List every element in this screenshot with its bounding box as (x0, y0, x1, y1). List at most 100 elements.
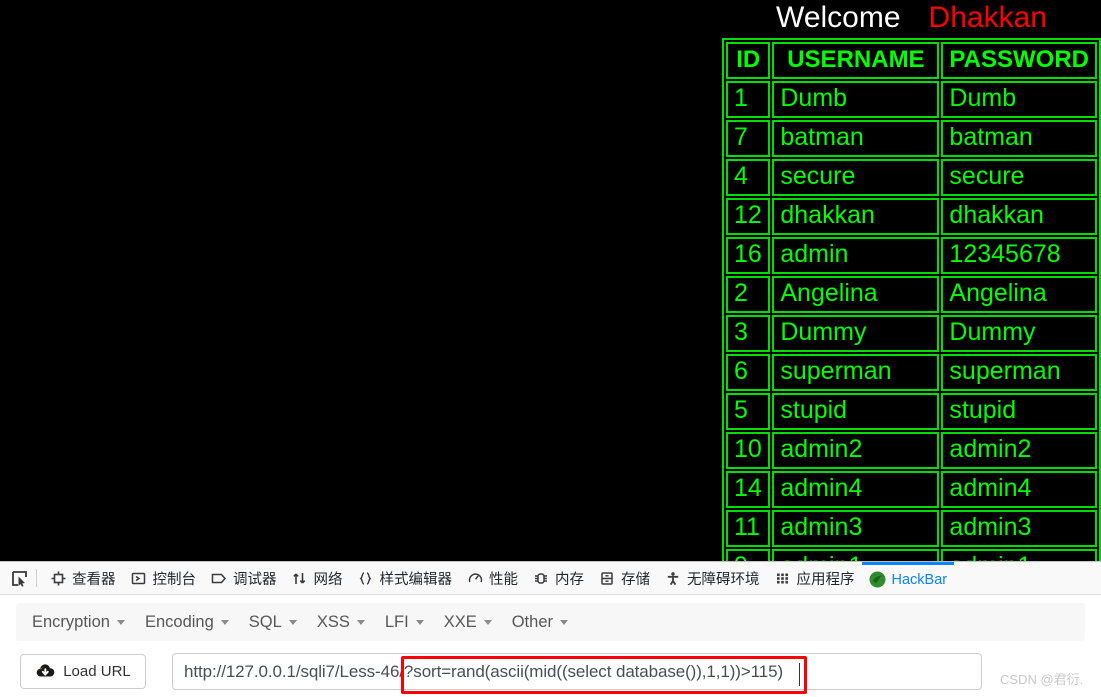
menu-label: Encoding (144, 612, 214, 631)
table-header-row: ID USERNAME PASSWORD (726, 42, 1097, 79)
table-row: 4 secure secure (726, 159, 1097, 196)
cell-id: 9 (726, 549, 771, 561)
cell-username: admin4 (772, 471, 940, 508)
cell-username: admin (772, 237, 940, 274)
menu-label: XSS (316, 612, 350, 631)
devtools-panel: 查看器 控制台 调试器 网络 样式编辑器 性能 内存 存储 无障碍环境 应用程序… (0, 561, 1101, 697)
load-url-button[interactable]: Load URL (20, 654, 146, 689)
menu-sql[interactable]: SQL (239, 607, 307, 637)
chevron-down-icon (356, 619, 365, 625)
element-picker-icon[interactable] (4, 564, 34, 592)
toolbar-divider (36, 569, 37, 587)
tab-debugger[interactable]: 调试器 (203, 562, 284, 594)
table-row: 9admin1admin1 (726, 549, 1097, 561)
column-header-id: ID (726, 42, 771, 79)
tab-console[interactable]: 控制台 (123, 562, 204, 594)
cell-id: 14 (726, 471, 771, 508)
cell-password: superman (941, 354, 1097, 391)
menu-label: Encryption (32, 612, 110, 631)
cell-id: 3 (726, 315, 771, 352)
menu-lfi[interactable]: LFI (375, 607, 434, 637)
memory-icon (532, 569, 550, 587)
welcome-username: Dhakkan (928, 1, 1047, 34)
table-row: 11 admin3 admin3 (726, 510, 1097, 547)
cell-password: 12345678 (941, 237, 1097, 274)
menu-xss[interactable]: XSS (307, 607, 375, 637)
chevron-down-icon (288, 619, 297, 625)
cell-id: 11 (726, 510, 771, 547)
tab-label: 无障碍环境 (687, 571, 760, 588)
menu-encryption[interactable]: Encryption (22, 607, 135, 637)
hackbar-url-row: Load URL http://127.0.0.1/sqli7/Less-46/… (0, 650, 1101, 697)
url-input[interactable]: http://127.0.0.1/sqli7/Less-46/?sort=ran… (172, 653, 982, 690)
tab-label: HackBar (891, 571, 948, 588)
cell-username: Dummy (772, 315, 940, 352)
tab-hackbar[interactable]: HackBar (861, 562, 955, 594)
cell-username: superman (772, 354, 940, 391)
cell-password: admin3 (941, 510, 1097, 547)
tab-storage[interactable]: 存储 (591, 562, 657, 594)
welcome-word: Welcome (776, 1, 901, 34)
url-input-value: http://127.0.0.1/sqli7/Less-46/?sort=ran… (184, 661, 784, 681)
users-table-head: ID USERNAME PASSWORD (726, 42, 1097, 79)
tab-memory[interactable]: 内存 (525, 562, 591, 594)
column-header-password: PASSWORD (941, 42, 1097, 79)
welcome-heading: Welcome Dhakkan (722, 0, 1101, 36)
cloud-download-icon (35, 663, 56, 680)
cell-id: 1 (726, 81, 771, 118)
menu-other[interactable]: Other (502, 607, 578, 637)
cell-username: stupid (772, 393, 940, 430)
column-header-username: USERNAME (772, 42, 940, 79)
storage-icon (598, 569, 616, 587)
menu-label: Other (511, 612, 553, 631)
tab-label: 内存 (555, 571, 584, 588)
tab-style-editor[interactable]: 样式编辑器 (350, 562, 460, 594)
tab-accessibility[interactable]: 无障碍环境 (657, 562, 767, 594)
table-row: 10 admin2 admin2 (726, 432, 1097, 469)
table-row: 2 Angelina Angelina (726, 276, 1097, 313)
performance-icon (466, 569, 484, 587)
cell-username: admin1 (772, 549, 940, 561)
cell-username: batman (772, 120, 940, 157)
application-icon (774, 569, 792, 587)
chevron-down-icon (220, 619, 229, 625)
users-table: ID USERNAME PASSWORD 1 Dumb Dumb 7 batman bat… (722, 38, 1101, 561)
hackbar-icon (869, 571, 887, 589)
hackbar-panel: Encryption Encoding SQL XSS LFI XXE Othe… (0, 595, 1101, 697)
cell-id: 4 (726, 159, 771, 196)
users-table-body: 1 Dumb Dumb 7 batman batman 4 secure secure 12 dha… (726, 81, 1097, 561)
network-icon (291, 569, 309, 587)
cell-password: batman (941, 120, 1097, 157)
table-row: 6 superman superman (726, 354, 1097, 391)
cell-username: Dumb (772, 81, 940, 118)
style-editor-icon (357, 569, 375, 587)
chevron-down-icon (560, 619, 568, 625)
cell-id: 5 (726, 393, 771, 430)
tab-label: 网络 (313, 571, 343, 588)
console-icon (130, 569, 148, 587)
cell-password: admin4 (941, 471, 1097, 508)
table-row: 7 batman batman (726, 120, 1097, 157)
tab-label: 存储 (621, 571, 650, 588)
cell-password: admin1 (941, 549, 1097, 561)
cell-id: 16 (726, 237, 771, 274)
menu-xxe[interactable]: XXE (434, 607, 502, 637)
menu-encoding[interactable]: Encoding (135, 607, 239, 637)
menu-label: SQL (248, 612, 282, 631)
load-url-label: Load URL (63, 663, 131, 680)
menu-label: XXE (443, 612, 477, 631)
cell-username: admin3 (772, 510, 940, 547)
cell-id: 7 (726, 120, 771, 157)
tab-application[interactable]: 应用程序 (767, 562, 862, 594)
watermark: CSDN @君衍. (1000, 672, 1084, 687)
tab-inspector[interactable]: 查看器 (42, 562, 123, 594)
tab-label: 调试器 (233, 571, 277, 588)
tab-network[interactable]: 网络 (284, 562, 350, 594)
chevron-down-icon (483, 619, 492, 625)
cell-password: Dummy (941, 315, 1097, 352)
table-row: 12 dhakkan dhakkan (726, 198, 1097, 235)
hackbar-menubar: Encryption Encoding SQL XSS LFI XXE Othe… (16, 603, 1085, 641)
tab-performance[interactable]: 性能 (459, 562, 525, 594)
tab-label: 查看器 (72, 571, 116, 588)
cell-password: dhakkan (941, 198, 1097, 235)
